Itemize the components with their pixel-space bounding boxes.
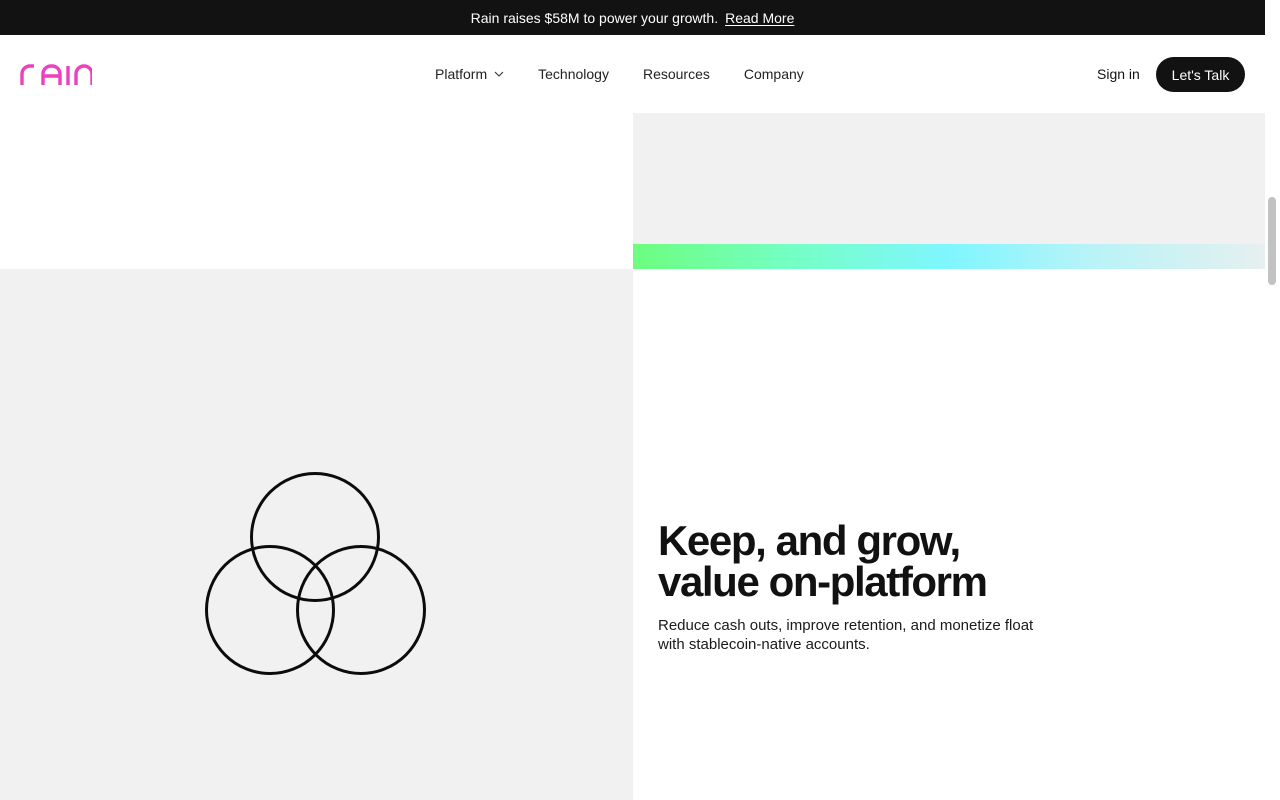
nav-resources-label: Resources: [642, 66, 710, 82]
nav-technology-label: Technology: [538, 66, 609, 82]
site-header: Platform Technology Resources Company Si…: [0, 35, 1265, 113]
nav-technology[interactable]: Technology: [538, 66, 609, 82]
nav-platform[interactable]: Platform: [435, 66, 504, 82]
feature-description: Reduce cash outs, improve retention, and…: [658, 616, 1068, 654]
gradient-strip: [633, 244, 1265, 269]
scrollbar-thumb[interactable]: [1268, 197, 1276, 285]
feature-description-line-2: with stablecoin-native accounts.: [658, 636, 870, 653]
three-circles-venn-icon: [205, 472, 426, 675]
nav-company[interactable]: Company: [744, 66, 804, 82]
announcement-bar: Rain raises $58M to power your growth. R…: [0, 0, 1265, 35]
nav-resources[interactable]: Resources: [643, 66, 710, 82]
feature-headline: Keep, and grow, value on-platform: [658, 517, 988, 605]
rain-logo[interactable]: [20, 62, 92, 86]
nav-platform-label: Platform: [435, 66, 488, 82]
announcement-text: Rain raises $58M to power your growth.: [470, 9, 719, 26]
feature-description-line-1: Reduce cash outs, improve retention, and…: [658, 617, 1034, 634]
feature-headline-line-2: value on-platform: [658, 558, 988, 605]
scrollbar-track[interactable]: [1265, 0, 1280, 800]
read-more-link[interactable]: Read More: [725, 10, 794, 26]
nav-company-label: Company: [743, 66, 804, 82]
top-right-panel: [633, 113, 1265, 244]
lets-talk-button[interactable]: Let's Talk: [1156, 57, 1245, 92]
chevron-down-icon: [494, 71, 504, 77]
feature-headline-line-1: Keep, and grow,: [658, 517, 961, 564]
main-nav: Platform Technology Resources Company: [435, 35, 804, 113]
sign-in-link[interactable]: Sign in: [1097, 66, 1140, 82]
